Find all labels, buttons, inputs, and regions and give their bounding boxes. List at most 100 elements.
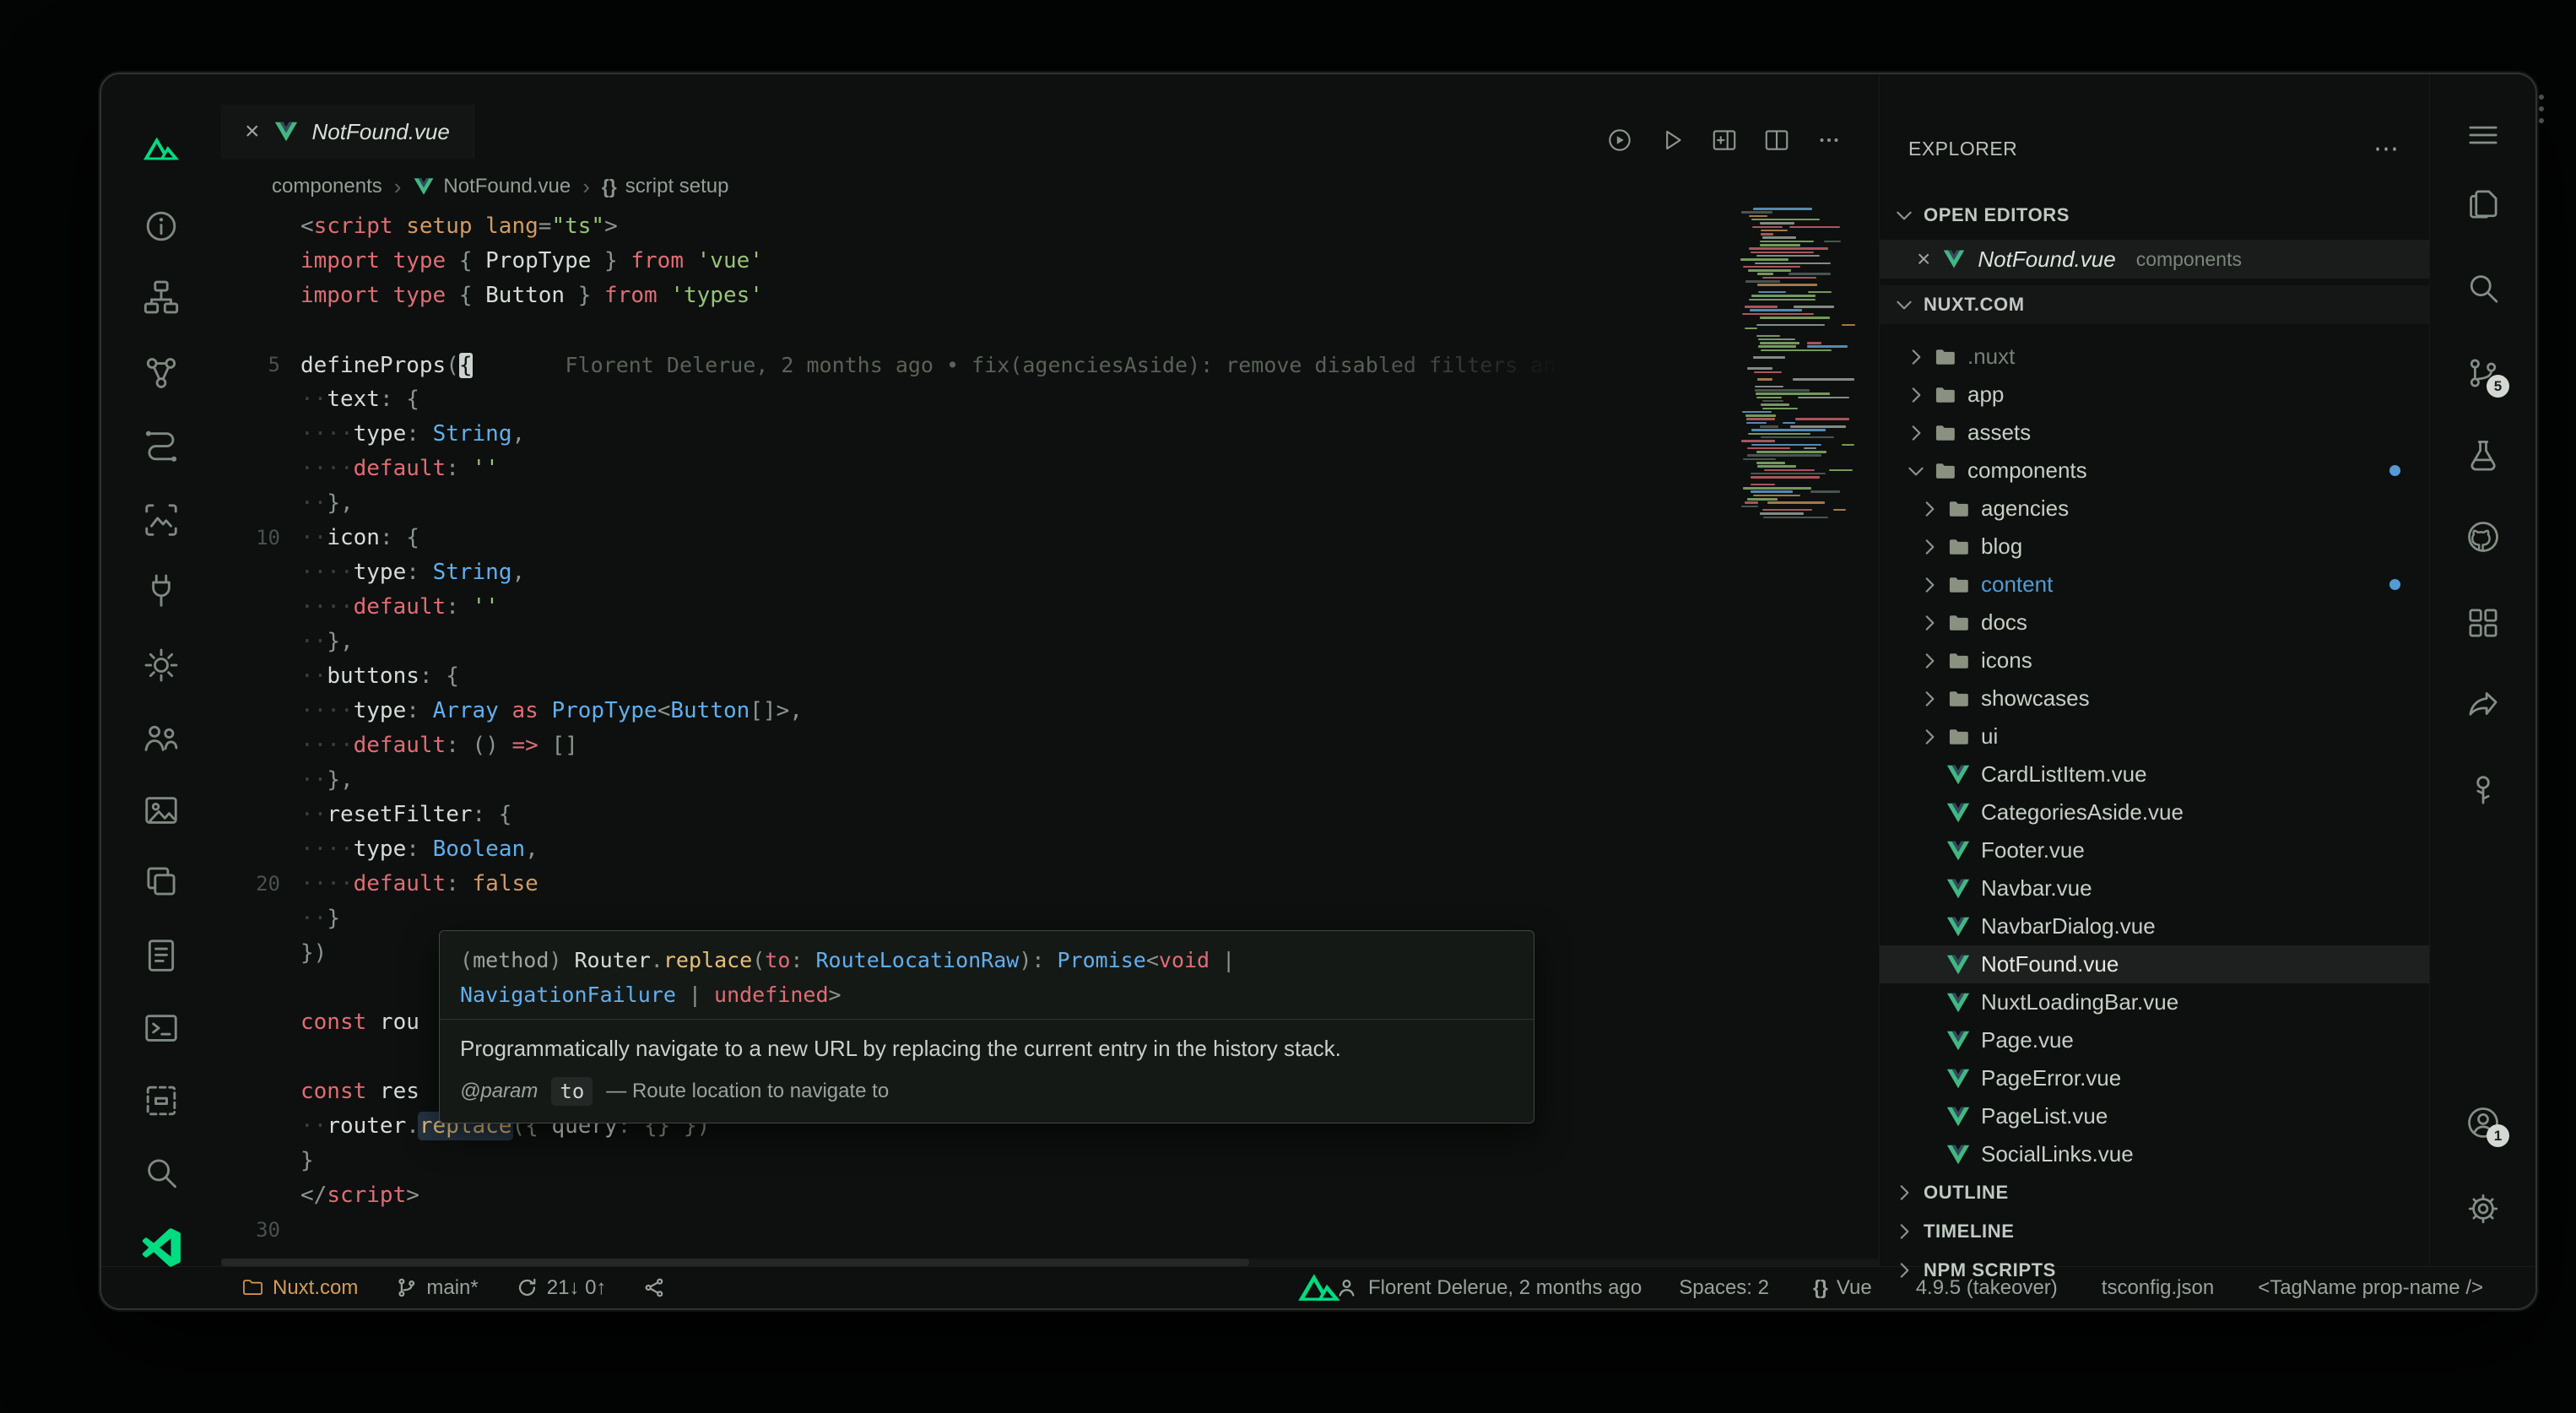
code-line[interactable]: </script>	[221, 1178, 1879, 1213]
code-line[interactable]	[221, 313, 1879, 348]
tree-item-pagelist-vue[interactable]: PageList.vue	[1880, 1097, 2429, 1135]
code-line[interactable]: ··},	[221, 486, 1879, 521]
tree-item-page-vue[interactable]: Page.vue	[1880, 1021, 2429, 1059]
code-line[interactable]: 10··icon: {	[221, 521, 1879, 555]
status-item--tagname-prop-name-[interactable]: <TagName prop-name />	[2258, 1276, 2483, 1300]
minimap[interactable]	[1737, 208, 1867, 522]
status-item-main-[interactable]: main*	[395, 1276, 478, 1300]
tree-item--nuxt[interactable]: .nuxt	[1880, 338, 2429, 376]
tree-item-assets[interactable]: assets	[1880, 414, 2429, 452]
scrollbar-thumb[interactable]	[221, 1259, 1249, 1266]
editor-action-columns[interactable]	[1762, 126, 1791, 159]
code-line[interactable]: import type { PropType } from 'vue'	[221, 244, 1879, 279]
code-line[interactable]: ··buttons: {	[221, 659, 1879, 694]
activity-item-search-code[interactable]	[141, 1153, 181, 1194]
tree-item-cardlistitem-vue[interactable]: CardListItem.vue	[1880, 755, 2429, 793]
editor[interactable]: <script setup lang="ts">import type { Pr…	[221, 206, 1879, 1266]
close-editor-icon[interactable]: ×	[1917, 246, 1930, 273]
tree-item-blog[interactable]: blog	[1880, 528, 2429, 566]
tree-item-icons[interactable]: icons	[1880, 642, 2429, 679]
rightbar-item-github[interactable]	[2464, 517, 2503, 556]
tree-item-nuxtloadingbar-vue[interactable]: NuxtLoadingBar.vue	[1880, 983, 2429, 1021]
section-project-root[interactable]: NUXT.COM	[1880, 285, 2429, 324]
status-item-4-9-5-takeover-[interactable]: 4.9.5 (takeover)	[1916, 1276, 2058, 1300]
rightbar-item-key[interactable]	[2464, 771, 2503, 809]
code-line[interactable]: <script setup lang="ts">	[221, 209, 1879, 244]
activity-item-molecule[interactable]	[141, 353, 181, 393]
tree-item-docs[interactable]: docs	[1880, 604, 2429, 642]
nuxt-dock-icon[interactable]	[1296, 1271, 1342, 1310]
git-blame-status[interactable]: Florent Delerue, 2 months ago	[1335, 1276, 1642, 1300]
rightbar-item-settings[interactable]	[2464, 1189, 2503, 1228]
code-line[interactable]: ····default: ''	[221, 452, 1879, 486]
rightbar-item-grid[interactable]	[2464, 604, 2503, 642]
status-item-spaces-2[interactable]: Spaces: 2	[1679, 1276, 1769, 1300]
breadcrumb-item-components[interactable]: components	[272, 175, 382, 198]
tree-item-footer-vue[interactable]: Footer.vue	[1880, 831, 2429, 869]
code-line[interactable]: }	[221, 1144, 1879, 1178]
code-line[interactable]: ····default: () => []	[221, 728, 1879, 763]
activity-item-info[interactable]	[141, 206, 181, 246]
tree-item-notfound-vue[interactable]: NotFound.vue	[1880, 945, 2429, 983]
status-item-tsconfig-json[interactable]: tsconfig.json	[2102, 1276, 2214, 1300]
open-editor-notfound-vue[interactable]: × NotFound.vue components	[1880, 240, 2429, 279]
activity-item-nuxt-logo[interactable]	[141, 128, 181, 169]
status-item-vue[interactable]: {}Vue	[1813, 1276, 1872, 1300]
rightbar-item-beaker[interactable]	[2464, 436, 2503, 475]
tree-item-app[interactable]: app	[1880, 376, 2429, 414]
tree-item-pageerror-vue[interactable]: PageError.vue	[1880, 1059, 2429, 1097]
tab-notfound-vue[interactable]: × NotFound.vue	[221, 105, 474, 159]
activity-item-notebook[interactable]	[141, 935, 181, 976]
code-line[interactable]: ····type: Array as PropType<Button[]>,	[221, 694, 1879, 728]
tree-item-navbardialog-vue[interactable]: NavbarDialog.vue	[1880, 907, 2429, 945]
editor-action-play[interactable]	[1658, 126, 1686, 159]
more-actions-icon[interactable]: ⋯	[2373, 134, 2399, 164]
rightbar-item-menu[interactable]	[2464, 116, 2503, 154]
editor-action-split-plus[interactable]	[1710, 126, 1739, 159]
code-line[interactable]: ··text: {	[221, 382, 1879, 417]
activity-item-scan-image[interactable]	[141, 500, 181, 540]
section-open-editors[interactable]: OPEN EDITORS	[1880, 196, 2429, 235]
rightbar-item-search[interactable]	[2464, 269, 2503, 308]
activity-item-route[interactable]	[141, 425, 181, 466]
section-outline[interactable]: OUTLINE	[1880, 1173, 2429, 1212]
tree-item-content[interactable]: content	[1880, 566, 2429, 604]
code-line[interactable]: ··resetFilter: {	[221, 798, 1879, 832]
breadcrumb-item-notfound-vue[interactable]: NotFound.vue	[413, 175, 571, 198]
tree-item-navbar-vue[interactable]: Navbar.vue	[1880, 869, 2429, 907]
code-line[interactable]: ····type: Boolean,	[221, 832, 1879, 867]
breadcrumb-item-script-setup[interactable]: {}script setup	[602, 175, 729, 198]
status-item-network[interactable]	[643, 1276, 666, 1299]
activity-item-hierarchy[interactable]	[141, 277, 181, 317]
code-line[interactable]: import type { Button } from 'types'	[221, 279, 1879, 313]
tree-item-showcases[interactable]: showcases	[1880, 679, 2429, 717]
rightbar-item-account[interactable]: 1	[2464, 1103, 2503, 1142]
tree-item-agencies[interactable]: agencies	[1880, 490, 2429, 528]
horizontal-scrollbar[interactable]	[221, 1259, 1879, 1266]
status-item-21-0-[interactable]: 21↓ 0↑	[516, 1276, 607, 1300]
code-line[interactable]: ··},	[221, 625, 1879, 659]
code-line[interactable]: 20····default: false	[221, 867, 1879, 901]
tree-item-components[interactable]: components	[1880, 452, 2429, 490]
activity-item-users[interactable]	[141, 717, 181, 758]
code-line[interactable]: 5defineProps({Florent Delerue, 2 months …	[221, 348, 1879, 382]
code-line[interactable]: 30	[221, 1213, 1879, 1248]
activity-item-gear-spokes[interactable]	[141, 645, 181, 685]
status-item-nuxt-com[interactable]: Nuxt.com	[241, 1276, 358, 1300]
close-tab-icon[interactable]: ×	[245, 119, 260, 144]
code-line[interactable]: ····default: ''	[221, 590, 1879, 625]
activity-item-dashed-box[interactable]	[141, 1080, 181, 1121]
code-line[interactable]: ··},	[221, 763, 1879, 798]
activity-item-copy[interactable]	[141, 861, 181, 901]
editor-action-dots-h[interactable]	[1815, 126, 1843, 159]
activity-item-terminal[interactable]	[141, 1008, 181, 1048]
section-timeline[interactable]: TIMELINE	[1880, 1212, 2429, 1251]
tree-item-sociallinks-vue[interactable]: SocialLinks.vue	[1880, 1135, 2429, 1173]
code-line[interactable]: ····type: String,	[221, 417, 1879, 452]
activity-item-plug[interactable]	[141, 571, 181, 611]
editor-action-run-circle[interactable]	[1605, 126, 1634, 159]
tree-item-ui[interactable]: ui	[1880, 717, 2429, 755]
code-line[interactable]: ····type: String,	[221, 555, 1879, 590]
rightbar-item-share[interactable]	[2464, 688, 2503, 727]
rightbar-item-files[interactable]	[2464, 185, 2503, 224]
